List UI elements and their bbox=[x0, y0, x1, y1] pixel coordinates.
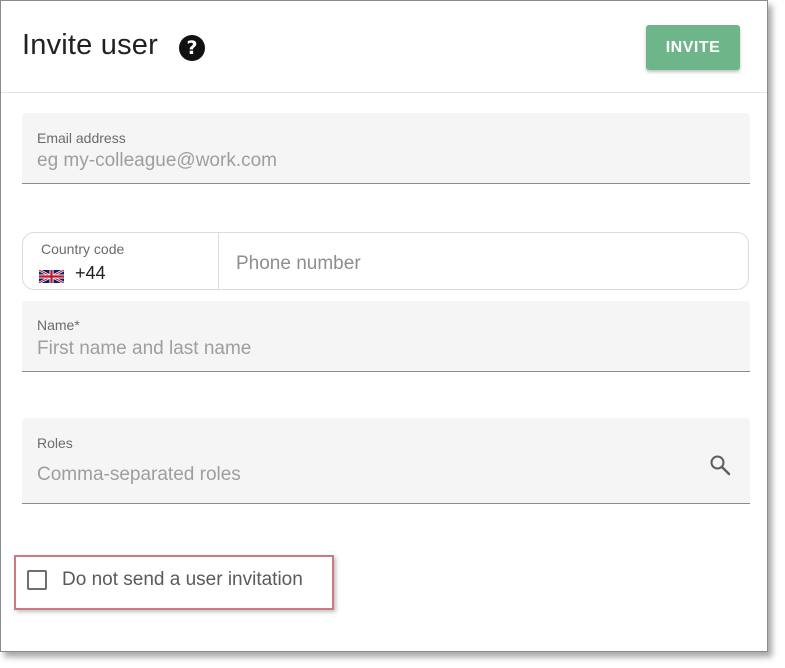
country-code-label: Country code bbox=[41, 241, 125, 257]
email-label: Email address bbox=[37, 130, 126, 146]
name-label: Name* bbox=[37, 317, 80, 333]
question-circle-icon[interactable]: ? bbox=[179, 35, 205, 61]
search-icon[interactable] bbox=[708, 453, 732, 477]
country-code-select[interactable]: Country code +44 bbox=[23, 233, 219, 289]
dial-code: +44 bbox=[75, 263, 106, 283]
phone-field-group: Country code +44 Phone number bbox=[22, 232, 749, 290]
dialog-title: Invite user bbox=[22, 29, 158, 61]
name-input[interactable]: First name and last name bbox=[37, 338, 251, 360]
uk-flag-icon bbox=[39, 270, 64, 283]
no-invite-label[interactable]: Do not send a user invitation bbox=[62, 569, 303, 591]
email-input[interactable]: eg my-colleague@work.com bbox=[37, 150, 277, 172]
invite-button[interactable]: INVITE bbox=[646, 25, 740, 70]
email-field[interactable]: Email address eg my-colleague@work.com bbox=[22, 113, 750, 184]
name-field[interactable]: Name* First name and last name bbox=[22, 301, 750, 372]
dialog-header: Invite user ? INVITE bbox=[1, 1, 767, 93]
roles-field[interactable]: Roles Comma-separated roles bbox=[22, 418, 750, 504]
invite-user-dialog: Invite user ? INVITE Email address eg my… bbox=[0, 0, 768, 652]
phone-number-input[interactable]: Phone number bbox=[236, 253, 361, 275]
roles-input[interactable]: Comma-separated roles bbox=[37, 464, 241, 486]
no-invite-checkbox[interactable] bbox=[27, 570, 47, 590]
roles-label: Roles bbox=[37, 435, 73, 451]
